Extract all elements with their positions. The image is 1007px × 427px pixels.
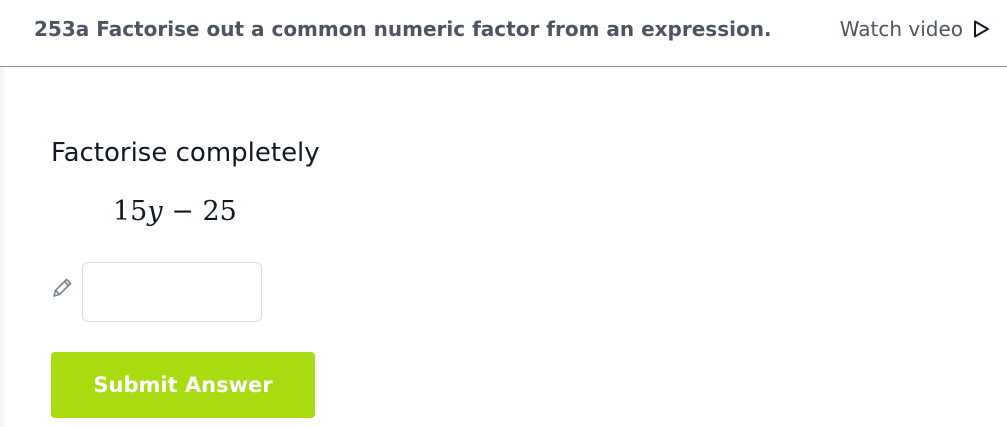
question-page: 253a Factorise out a common numeric fact… [0, 0, 1007, 427]
submit-answer-button[interactable]: Submit Answer [51, 352, 315, 418]
watch-video-label: Watch video [839, 17, 963, 41]
lesson-title: 253a Factorise out a common numeric fact… [34, 17, 772, 41]
answer-input[interactable] [82, 262, 262, 322]
expression-operator: − [171, 196, 194, 227]
content-panel-edge [0, 67, 8, 427]
play-triangle-icon [971, 19, 991, 39]
expression-constant: 25 [202, 196, 237, 227]
watch-video-link[interactable]: Watch video [840, 17, 991, 41]
question-prompt: Factorise completely [51, 138, 320, 168]
expression-variable: y [147, 196, 163, 227]
expression-coefficient: 15 [113, 196, 148, 227]
pencil-icon [49, 275, 75, 301]
lesson-header: 253a Factorise out a common numeric fact… [0, 0, 1007, 67]
math-expression: 15y − 25 [113, 196, 237, 227]
